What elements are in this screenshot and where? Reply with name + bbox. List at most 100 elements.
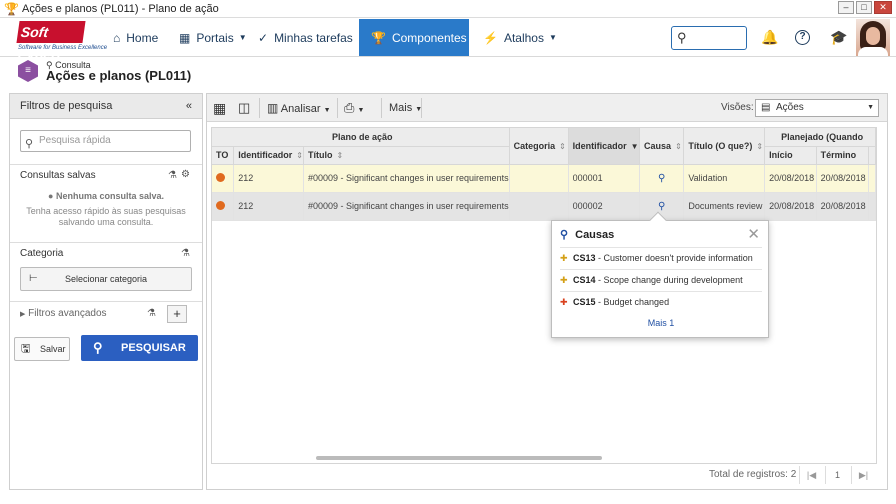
mais-label: Mais: [389, 102, 413, 114]
floppy-icon: 🖫: [21, 343, 31, 355]
check-icon: ✓: [258, 30, 269, 45]
nav-minhas-tarefas-label: Minhas tarefas: [274, 30, 353, 45]
saved-queries-title: Consultas salvas: [20, 170, 96, 181]
save-button[interactable]: 🖫 Salvar: [14, 337, 70, 361]
graduation-cap-icon[interactable]: 🎓: [830, 29, 847, 46]
col-termino[interactable]: Término: [816, 146, 869, 165]
chevron-down-icon: ▼: [867, 104, 874, 111]
close-window-button[interactable]: ✕: [874, 1, 892, 14]
col-causa[interactable]: Causa ⇕: [639, 128, 685, 165]
collapse-icon[interactable]: «: [186, 100, 192, 112]
close-icon[interactable]: ✕: [747, 225, 760, 243]
cell-termino: 20/08/2018: [816, 192, 869, 221]
col-categoria[interactable]: Categoria ⇕: [509, 128, 569, 165]
puzzle-icon: ✚: [560, 297, 568, 307]
filter-panel: Filtros de pesquisa « ⚲ Pesquisa rápida …: [9, 93, 203, 490]
nav-atalhos[interactable]: ⚡ Atalhos ▼: [483, 19, 557, 56]
first-page-icon[interactable]: |◀: [799, 466, 823, 484]
col-inicio[interactable]: Início: [764, 146, 817, 165]
nav-portais[interactable]: ▦ Portais ▼: [179, 19, 247, 56]
window-title: Ações e planos (PL011) - Plano de ação: [22, 2, 219, 15]
quick-search-input[interactable]: ⚲ Pesquisa rápida: [20, 130, 191, 152]
more-causes-link[interactable]: Mais 1: [552, 318, 770, 328]
search-button-label: PESQUISAR: [121, 342, 186, 354]
grid-footer: Total de registros: 2 |◀ 1 ▶|: [211, 464, 877, 486]
views-label: Visões:: [721, 102, 754, 113]
cell-plan-title: #00009 - Significant changes in user req…: [303, 164, 510, 193]
search-icon: ⚲: [93, 340, 103, 355]
advanced-filters-label: ▶ Filtros avançados: [20, 308, 107, 319]
horizontal-scrollbar[interactable]: [316, 456, 602, 460]
select-category-label: Selecionar categoria: [64, 274, 148, 284]
cell-categoria: [509, 164, 569, 193]
avatar[interactable]: [856, 19, 890, 56]
minimize-button[interactable]: –: [838, 1, 854, 14]
nav-home-label: Home: [126, 30, 159, 45]
gear-icon[interactable]: ⚙: [181, 169, 190, 180]
print-button[interactable]: ⎙ ▼: [344, 98, 364, 118]
puzzle-icon: ✚: [560, 275, 568, 285]
col-plan-titulo[interactable]: Título ⇕: [303, 146, 510, 165]
global-search-input[interactable]: ⚲: [671, 26, 747, 50]
search-icon: ⚲: [677, 30, 687, 45]
causes-popup-title: ⚲ Causas: [560, 229, 615, 241]
saved-empty-message: ● Nenhuma consulta salva.: [48, 191, 164, 201]
analisar-button[interactable]: ▥ Analisar ▼: [267, 98, 331, 118]
table-row[interactable]: 212 #00009 - Significant changes in user…: [212, 164, 876, 193]
select-category-button[interactable]: ⊢ Selecionar categoria: [20, 267, 192, 291]
category-section: Categoria ⚗ ⊢ Selecionar categoria: [10, 242, 202, 296]
flame-icon: [216, 172, 225, 182]
cause-item[interactable]: ✚ CS15 - Budget changed: [560, 291, 762, 312]
bar-chart-icon: ▥: [267, 101, 279, 115]
cause-icon[interactable]: ⚲: [658, 173, 665, 184]
window-titlebar: 🏆 Ações e planos (PL011) - Plano de ação…: [0, 0, 896, 18]
broom-icon[interactable]: ⚗: [181, 248, 190, 259]
softexpert-logo[interactable]: Soft Expert Software for Business Excell…: [16, 21, 107, 62]
advanced-filters-section[interactable]: ▶ Filtros avançados ⚗ +: [10, 301, 202, 327]
cause-icon[interactable]: ⚲: [658, 201, 665, 212]
nav-componentes[interactable]: 🏆 Componentes ▼: [359, 19, 480, 56]
search-button[interactable]: ⚲ PESQUISAR: [81, 335, 198, 361]
chevron-down-icon: ▼: [238, 33, 247, 42]
col-plan-identificador[interactable]: Identificador ⇕: [233, 146, 304, 165]
analisar-label: Analisar: [280, 103, 321, 115]
col-extra: [868, 146, 876, 165]
save-button-label: Salvar: [40, 344, 66, 354]
trophy-icon: 🏆: [4, 1, 19, 16]
nav-minhas-tarefas[interactable]: ✓ Minhas tarefas ▼: [258, 19, 366, 56]
preview-icon[interactable]: ◫: [238, 98, 250, 118]
trophy-icon: 🏆: [371, 30, 386, 45]
logo-tagline: Software for Business Excellence: [18, 45, 108, 51]
last-page-icon[interactable]: ▶|: [851, 466, 875, 484]
chevron-down-icon: ▼: [548, 33, 557, 42]
causes-popup: ⚲ Causas ✕ ✚ CS13 - Customer doesn't prov…: [551, 211, 770, 338]
saved-hint-line2: salvando uma consulta.: [58, 217, 154, 227]
results-grid: Plano de ação Categoria ⇕ Identificador ▼ …: [211, 127, 877, 464]
grid-view-icon[interactable]: ▦: [213, 98, 226, 118]
home-icon: ⌂: [113, 30, 121, 45]
cell-plan-id: 212: [233, 192, 304, 221]
add-filter-button[interactable]: +: [167, 305, 187, 323]
cause-item[interactable]: ✚ CS13 - Customer doesn't provide informa…: [560, 247, 762, 268]
page-number[interactable]: 1: [825, 466, 849, 484]
puzzle-icon: ✚: [560, 253, 568, 263]
col-to[interactable]: TO: [212, 146, 235, 165]
col-identificador[interactable]: Identificador ▼: [568, 128, 641, 165]
col-titulo-o-que[interactable]: Título (O que?) ⇕: [683, 128, 766, 165]
broom-icon[interactable]: ⚗: [168, 170, 177, 181]
bell-icon[interactable]: 🔔: [761, 29, 778, 46]
info-icon: ●: [48, 191, 54, 201]
cause-icon: ⚲: [560, 229, 569, 241]
cause-item[interactable]: ✚ CS14 - Scope change during development: [560, 269, 762, 290]
table-row[interactable]: 212 #00009 - Significant changes in user…: [212, 192, 876, 221]
results-table: Plano de ação Categoria ⇕ Identificador ▼ …: [212, 128, 876, 221]
logo-text: Soft Expert: [16, 21, 86, 62]
nav-home[interactable]: ⌂ Home: [113, 19, 158, 56]
mais-button[interactable]: Mais ▼: [389, 98, 422, 118]
views-select[interactable]: ▤ Ações ▼: [755, 99, 879, 117]
broom-icon[interactable]: ⚗: [147, 308, 156, 319]
flame-icon: [216, 200, 225, 210]
maximize-button[interactable]: □: [856, 1, 872, 14]
cell-titulo: Validation: [683, 164, 766, 193]
help-icon[interactable]: ?: [795, 30, 810, 45]
